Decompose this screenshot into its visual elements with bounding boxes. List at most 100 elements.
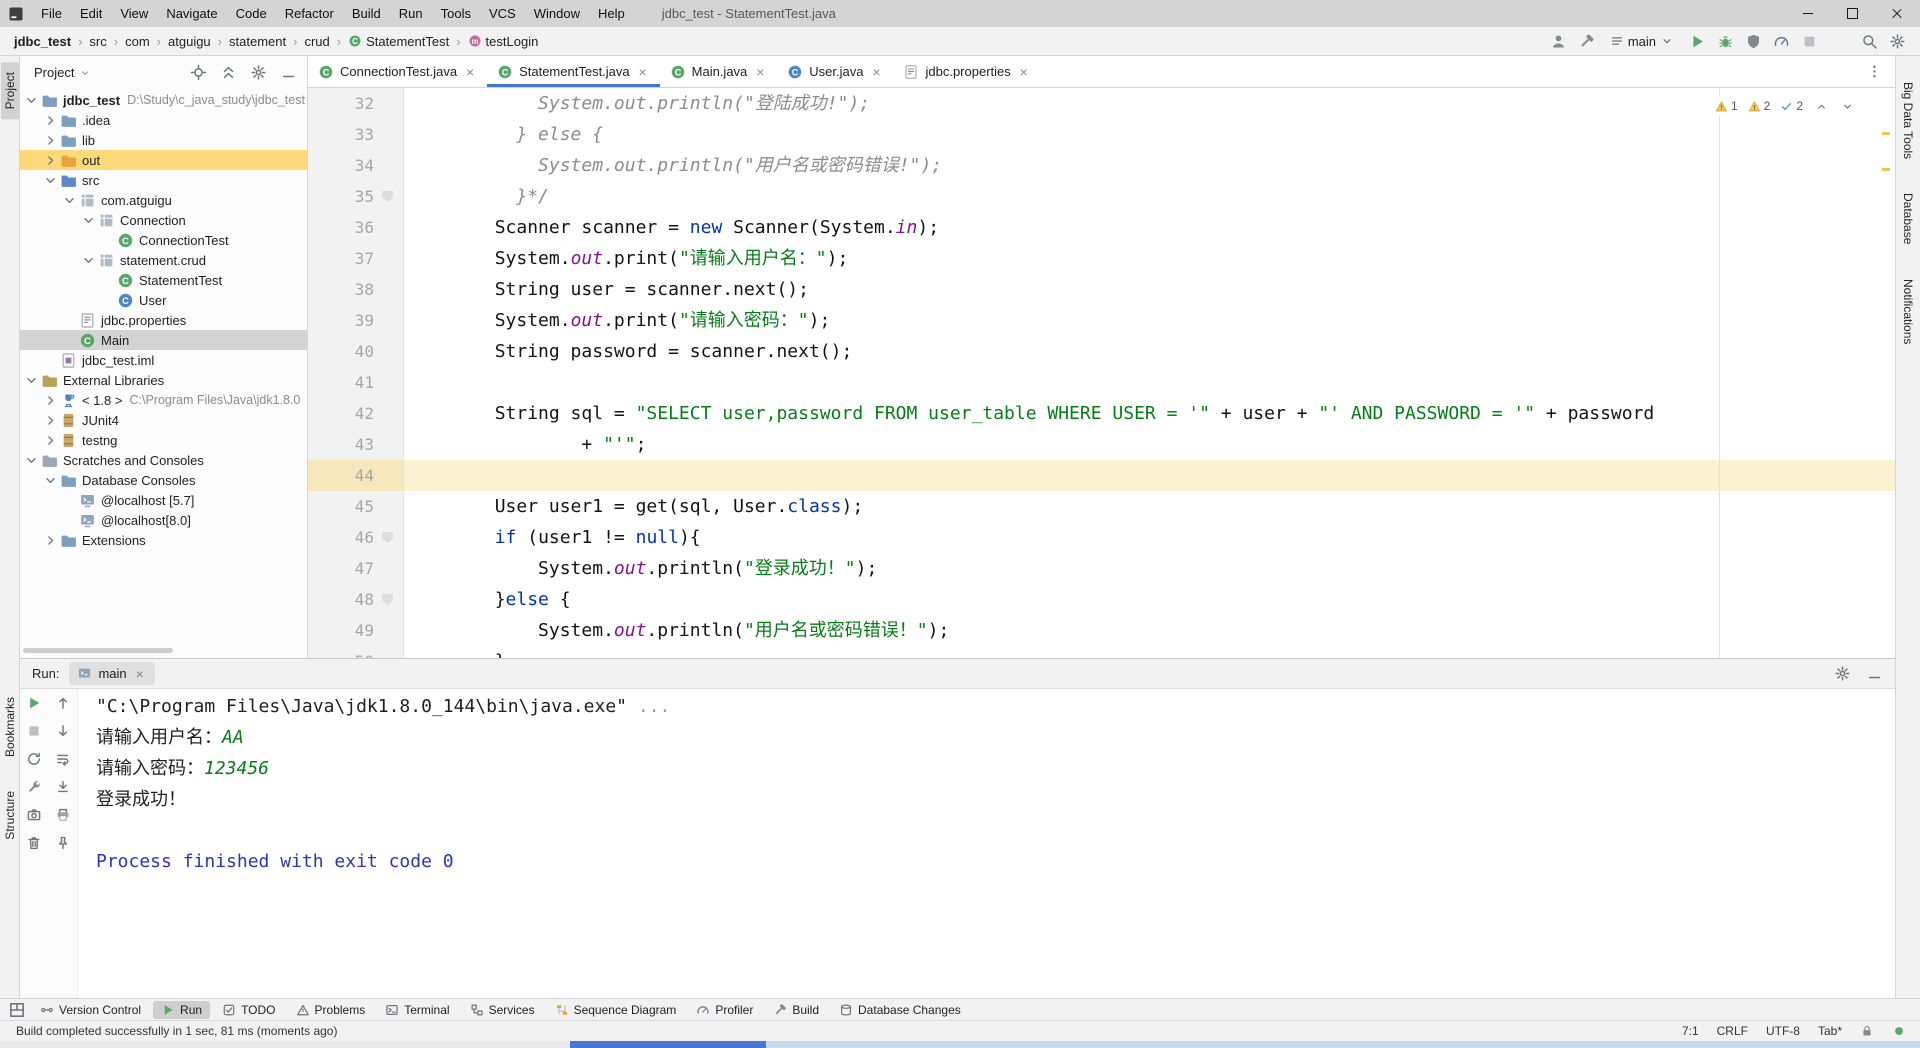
line-number[interactable]: 45 [308,491,374,522]
file-encoding[interactable]: UTF-8 [1766,1024,1800,1038]
breadcrumb-crud[interactable]: crud [302,32,331,51]
line-number[interactable]: 32 [308,88,374,119]
inspection-check[interactable]: 2 [1780,99,1803,113]
chevron-right-icon[interactable] [43,533,58,548]
dump-threads-button[interactable] [24,805,43,824]
code-line[interactable]: 33 } else { [308,119,1895,150]
next-problem-button[interactable] [1839,98,1855,114]
tree-item-jdbc-test[interactable]: jdbc_test D:\Study\c_java_study\jdbc_test [20,90,307,110]
close-tab-icon[interactable] [463,65,477,79]
code-line[interactable]: 34 System.out.println("用户名或密码错误!"); [308,150,1895,181]
code-line[interactable]: 44 [308,460,1895,491]
line-number[interactable]: 34 [308,150,374,181]
restore-layout-button[interactable] [24,749,43,768]
stripe-big-data-tools[interactable]: Big Data Tools [1899,72,1917,169]
breadcrumb-testlogin[interactable]: m testLogin [466,32,541,51]
close-tab-icon[interactable] [753,65,767,79]
breadcrumb-jdbc-test[interactable]: jdbc_test [12,32,73,51]
soft-wrap-button[interactable] [53,749,72,768]
project-panel-title[interactable]: Project [34,65,74,80]
collapse-button[interactable] [217,62,239,84]
chevron-right-icon[interactable] [43,433,58,448]
code-line[interactable]: 39 System.out.print("请输入密码："); [308,305,1895,336]
code-line[interactable]: 38 String user = scanner.next(); [308,274,1895,305]
fold-marker-icon[interactable] [382,532,393,543]
breadcrumb-atguigu[interactable]: atguigu [166,32,213,51]
editor-tab-connectiontest-java[interactable]: C ConnectionTest.java [308,56,487,87]
chevron-down-icon[interactable] [62,193,77,208]
toolwindow-sequence-diagram[interactable]: Sequence Diagram [547,1001,685,1019]
toolwindow-build[interactable]: Build [765,1001,827,1019]
stripe-structure[interactable]: Structure [1,781,19,850]
settings-button[interactable] [1831,663,1853,685]
chevron-down-icon[interactable] [24,453,39,468]
down-stack-button[interactable] [53,721,72,740]
chevron-down-icon[interactable] [81,213,96,228]
close-tab-icon[interactable] [133,667,147,681]
run-config-selector[interactable]: main [1604,32,1680,51]
search-button[interactable] [1858,30,1880,52]
chevron-down-icon[interactable] [81,253,96,268]
hide-button[interactable] [277,62,299,84]
stripe-bookmarks[interactable]: Bookmarks [1,687,19,767]
menu-refactor[interactable]: Refactor [276,0,343,27]
more-button[interactable] [1863,61,1885,83]
tree-item-jdbc-properties[interactable]: jdbc.properties [20,310,307,330]
menu-navigate[interactable]: Navigate [157,0,226,27]
settings-button[interactable] [247,62,269,84]
code-line[interactable]: 43 + "'"; [308,429,1895,460]
menu-window[interactable]: Window [525,0,589,27]
tool-window-switcher-icon[interactable] [8,1001,26,1019]
menu-tools[interactable]: Tools [432,0,480,27]
horizontal-scrollbar[interactable] [23,648,173,653]
tree-item-idea[interactable]: .idea [20,110,307,130]
ide-status-icon[interactable] [1892,1024,1906,1038]
breadcrumb-statement[interactable]: statement [227,32,288,51]
user-button[interactable] [1548,30,1570,52]
hammer-button[interactable] [1576,30,1598,52]
console-output[interactable]: "C:\Program Files\Java\jdk1.8.0_144\bin\… [78,689,1895,998]
tree-item-com-atguigu[interactable]: com.atguigu [20,190,307,210]
indent-style[interactable]: Tab* [1818,1024,1842,1038]
minimize-button[interactable] [1785,0,1830,27]
toolwindow-todo[interactable]: TODO [214,1001,283,1019]
fold-marker-icon[interactable] [382,191,393,202]
tree-item-main[interactable]: C Main [20,330,307,350]
line-number[interactable]: 36 [308,212,374,243]
tree-item-extensions[interactable]: Extensions [20,530,307,550]
tree-item-statementtest[interactable]: C StatementTest [20,270,307,290]
scroll-to-end-button[interactable] [53,777,72,796]
toolwindow-profiler[interactable]: Profiler [688,1001,761,1019]
menu-edit[interactable]: Edit [71,0,111,27]
chevron-right-icon[interactable] [43,413,58,428]
toolwindow-version-control[interactable]: Version Control [32,1001,149,1019]
line-number[interactable]: 33 [308,119,374,150]
tree-item-src[interactable]: src [20,170,307,190]
rerun-button[interactable] [24,693,43,712]
editor-tab-user-java[interactable]: C User.java [777,56,893,87]
print-button[interactable] [53,805,72,824]
code-line[interactable]: 41 [308,367,1895,398]
close-window-button[interactable] [1875,0,1920,27]
toolwindow-run[interactable]: Run [153,1000,211,1019]
code-line[interactable]: 45 User user1 = get(sql, User.class); [308,491,1895,522]
line-number[interactable]: 46 [308,522,374,553]
tree-item-localhost-8-0[interactable]: @localhost[8.0] [20,510,307,530]
run-tab-main[interactable]: main [69,662,155,685]
inspection-warning[interactable]: 2 [1748,99,1770,113]
line-number[interactable]: 44 [308,460,374,491]
code-line[interactable]: 46 if (user1 != null){ [308,522,1895,553]
menu-file[interactable]: File [32,0,71,27]
line-number[interactable]: 42 [308,398,374,429]
line-number[interactable]: 48 [308,584,374,615]
stripe-notifications[interactable]: Notifications [1899,269,1917,354]
code-line[interactable]: 36 Scanner scanner = new Scanner(System.… [308,212,1895,243]
chevron-down-icon[interactable] [24,93,39,108]
inspection-warning[interactable]: 1 [1715,99,1738,113]
tree-item-localhost-5-7[interactable]: @localhost [5.7] [20,490,307,510]
stripe-project[interactable]: Project [0,62,19,120]
debug-button[interactable] [1714,30,1736,52]
menu-help[interactable]: Help [589,0,634,27]
tree-item-connection[interactable]: Connection [20,210,307,230]
tree-item-1-8[interactable]: < 1.8 > C:\Program Files\Java\jdk1.8.0 [20,390,307,410]
